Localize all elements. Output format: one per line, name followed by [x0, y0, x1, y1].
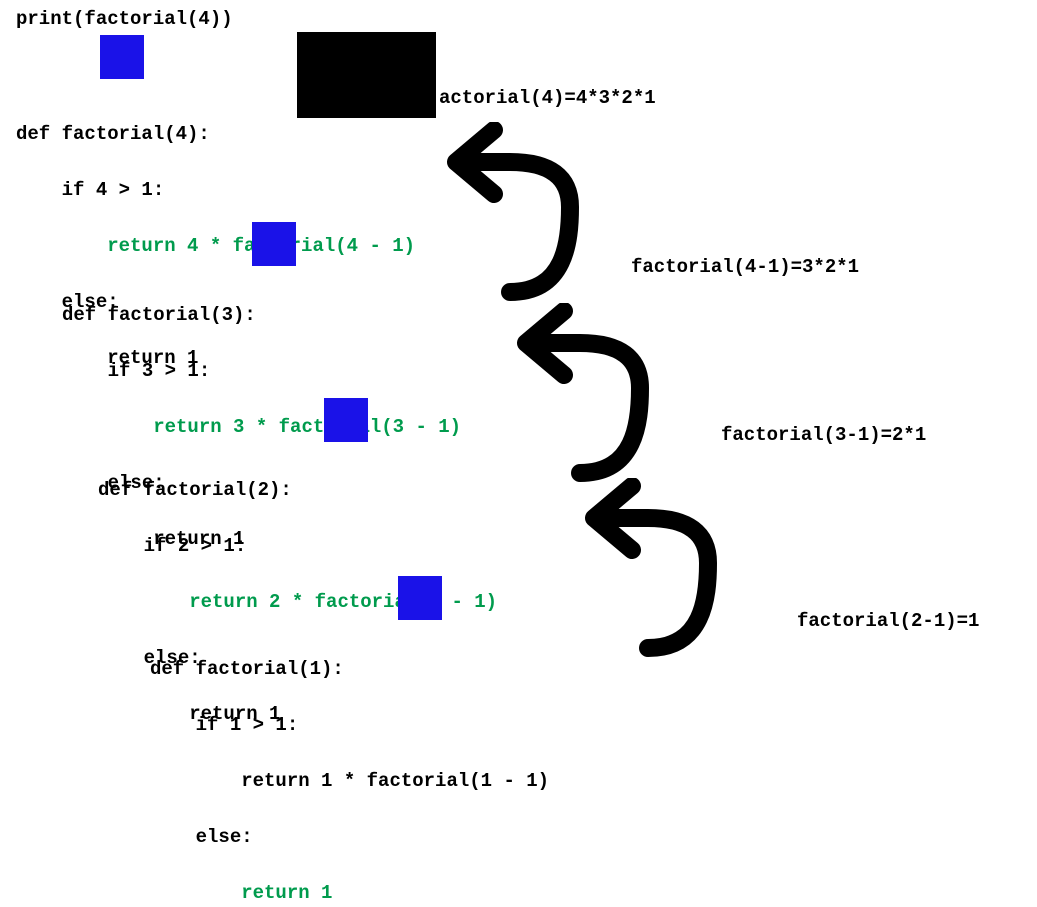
code-line: if 4 > 1:: [16, 179, 164, 201]
annotation-result-2: factorial(3-1)=2*1: [721, 424, 926, 446]
code-line-active: return 1: [150, 882, 332, 904]
return-arrow-icon-1: [440, 122, 590, 302]
blue-marker-3: [324, 398, 368, 442]
blue-marker-1: [100, 35, 144, 79]
code-line: def factorial(4):: [16, 123, 210, 145]
code-line: if 2 > 1:: [98, 535, 246, 557]
code-line: def factorial(3):: [62, 304, 256, 326]
blue-marker-2: [252, 222, 296, 266]
return-arrow-icon-2: [510, 303, 660, 483]
code-line-active: return 4 * factorial(4 - 1): [16, 235, 415, 257]
code-line: def factorial(2):: [98, 479, 292, 501]
blue-marker-4: [398, 576, 442, 620]
annotation-result-3: factorial(4-1)=3*2*1: [631, 256, 859, 278]
code-line: if 1 > 1:: [150, 714, 298, 736]
code-line: else:: [150, 826, 253, 848]
annotation-result-4: actorial(4)=4*3*2*1: [439, 87, 656, 109]
annotation-result-1: factorial(2-1)=1: [797, 610, 979, 632]
code-line: return 1 * factorial(1 - 1): [150, 770, 549, 792]
return-arrow-icon-3: [578, 478, 728, 658]
code-line-active: return 3 * factorial(3 - 1): [62, 416, 461, 438]
code-block-factorial-1: def factorial(1): if 1 > 1: return 1 * f…: [150, 627, 549, 907]
code-line: def factorial(1):: [150, 658, 344, 680]
code-line: if 3 > 1:: [62, 360, 210, 382]
print-call-line: print(factorial(4)): [16, 5, 233, 33]
